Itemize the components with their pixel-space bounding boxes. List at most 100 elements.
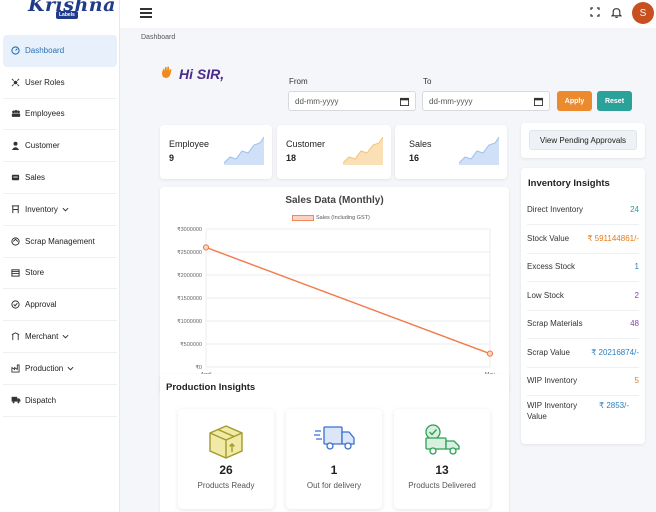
production-card-value: 1: [330, 463, 338, 477]
sidebar: Krishna Labels Dashboard User Roles Empl…: [0, 0, 120, 512]
y-tick-label: ₹3000000: [177, 226, 202, 233]
inventory-row: WIP Inventory Value ₹ 2853/-: [527, 400, 639, 436]
breadcrumb[interactable]: Dashboard: [141, 34, 175, 41]
apply-button[interactable]: Apply: [557, 91, 592, 111]
scrap-icon: [10, 236, 21, 247]
production-card-out-for-delivery[interactable]: 1 Out for delivery: [286, 409, 382, 509]
chevron-down-icon: [67, 364, 74, 373]
notification-bell-icon[interactable]: [610, 7, 623, 19]
sidebar-item-user-roles[interactable]: User Roles: [3, 67, 117, 99]
inventory-row: Stock Value ₹ 591144861/-: [527, 225, 639, 254]
inventory-row: Excess Stock 1: [527, 253, 639, 282]
chevron-down-icon: [62, 332, 69, 341]
sidebar-item-label: Customer: [25, 141, 60, 151]
inventory-row-value: 48: [630, 319, 639, 329]
inventory-row-value: 24: [630, 205, 639, 215]
sidebar-item-label: Merchant: [25, 332, 59, 342]
sidebar-item-store[interactable]: Store: [3, 258, 117, 290]
inventory-row-value: 5: [634, 376, 639, 386]
stat-card-sales[interactable]: Sales 16: [395, 125, 507, 179]
sidebar-item-label: Approval: [25, 300, 57, 310]
menu-toggle-icon[interactable]: [140, 8, 152, 18]
customer-icon: [10, 140, 21, 151]
waving-hand-icon: [160, 65, 174, 82]
inventory-row-label: Stock Value: [527, 234, 570, 244]
sidebar-item-label: Sales: [25, 173, 46, 183]
inventory-row-value: ₹ 591144861/-: [587, 234, 639, 244]
greeting: Hi SIR,: [160, 65, 224, 82]
stat-value: 16: [409, 153, 420, 163]
dispatch-icon: [10, 395, 21, 406]
series-line: [205, 246, 491, 355]
employees-icon: [10, 108, 21, 119]
inventory-row-label: Low Stock: [527, 291, 564, 301]
brand-logo[interactable]: Krishna Labels: [0, 0, 119, 30]
y-tick-label: ₹1500000: [177, 295, 202, 302]
user-roles-icon: [10, 77, 21, 88]
chevron-down-icon: [62, 205, 69, 214]
sidebar-item-inventory[interactable]: Inventory: [3, 194, 117, 226]
stat-card-employee[interactable]: Employee 9: [160, 125, 272, 179]
sidebar-item-label: Dashboard: [25, 46, 65, 56]
data-point: [486, 350, 494, 357]
from-date-input[interactable]: dd-mm-yyyy: [288, 91, 416, 111]
view-pending-approvals-button[interactable]: View Pending Approvals: [529, 130, 637, 150]
to-date-input[interactable]: dd-mm-yyyy: [422, 91, 550, 111]
sidebar-item-approval[interactable]: Approval: [3, 289, 117, 322]
production-card-caption: Out for delivery: [306, 481, 362, 490]
top-header: S: [120, 0, 656, 28]
stat-title: Customer: [286, 139, 326, 149]
production-icon: [10, 363, 21, 374]
sales-icon: [10, 172, 21, 183]
merchant-icon: [10, 331, 21, 342]
inventory-row-value: 2: [634, 291, 639, 301]
calendar-icon[interactable]: [400, 97, 409, 106]
sidebar-item-customer[interactable]: Customer: [3, 130, 117, 163]
greeting-text: Hi SIR,: [179, 65, 225, 82]
sidebar-item-sales[interactable]: Sales: [3, 162, 117, 194]
sidebar-item-dashboard[interactable]: Dashboard: [3, 35, 117, 67]
sidebar-item-scrap-management[interactable]: Scrap Management: [3, 226, 117, 258]
inventory-row-label: Scrap Value: [527, 348, 570, 358]
sidebar-item-label: Store: [25, 268, 45, 278]
sidebar-item-label: Dispatch: [25, 395, 57, 405]
calendar-icon[interactable]: [534, 97, 543, 106]
y-tick-label: ₹2000000: [177, 272, 202, 279]
inventory-row-value: ₹ 2853/-: [599, 401, 629, 410]
sidebar-item-production[interactable]: Production: [3, 353, 117, 385]
sidebar-item-employees[interactable]: Employees: [3, 99, 117, 131]
sidebar-nav: Dashboard User Roles Employees Customer …: [0, 35, 120, 417]
production-card-caption: Products Delivered: [408, 481, 476, 490]
delivered-truck-icon: [425, 424, 460, 455]
sparkline-icon: [224, 136, 264, 165]
inventory-insights-card: Inventory Insights Direct Inventory 24 St…: [521, 168, 645, 444]
inventory-icon: [10, 204, 21, 215]
production-card-ready[interactable]: 26 Products Ready: [178, 409, 274, 509]
inventory-row-label: WIP Inventory Value: [527, 401, 578, 421]
production-card-value: 13: [435, 463, 449, 477]
sidebar-item-merchant[interactable]: Merchant: [3, 321, 117, 353]
production-card-delivered[interactable]: 13 Products Delivered: [394, 409, 490, 509]
sidebar-item-label: Production: [25, 363, 64, 373]
inventory-row: Direct Inventory 24: [527, 196, 639, 225]
production-card-caption: Products Ready: [197, 481, 255, 490]
stat-card-customer[interactable]: Customer 18: [277, 125, 391, 179]
sidebar-item-dispatch[interactable]: Dispatch: [3, 385, 117, 417]
dashboard-icon: [10, 45, 21, 56]
inventory-row-label: Excess Stock: [527, 262, 576, 272]
store-icon: [10, 267, 21, 278]
reset-button[interactable]: Reset: [597, 91, 632, 111]
fullscreen-icon[interactable]: [590, 7, 602, 19]
production-insights-card: Production Insights 26 Products Ready 1 …: [160, 374, 509, 512]
avatar[interactable]: S: [632, 2, 654, 24]
sidebar-item-label: Employees: [25, 109, 65, 119]
inventory-row-label: WIP Inventory: [527, 376, 578, 386]
production-insights-title: Production Insights: [166, 382, 256, 393]
stat-title: Sales: [409, 139, 432, 149]
sidebar-item-label: User Roles: [25, 77, 65, 87]
stat-value: 9: [169, 153, 175, 163]
approval-icon: [10, 299, 21, 310]
stat-title: Employee: [169, 139, 210, 149]
brand-sub: Labels: [56, 11, 78, 19]
inventory-row: WIP Inventory 5: [527, 367, 639, 396]
